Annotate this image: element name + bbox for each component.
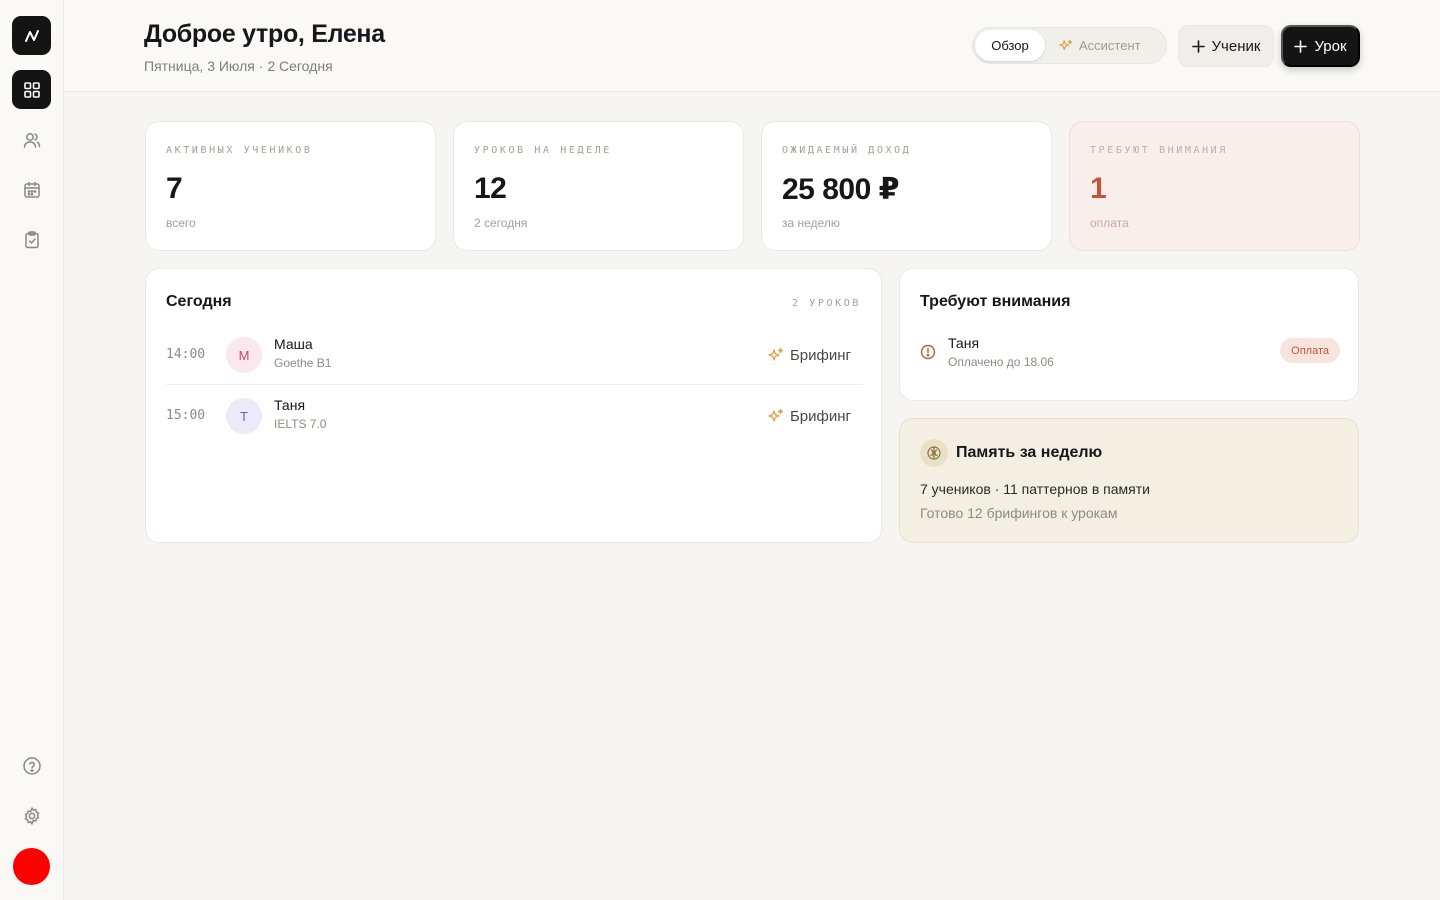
stat-label: ОЖИДАЕМЫЙ ДОХОД xyxy=(782,145,912,156)
lesson-count: 2 УРОКОВ xyxy=(792,298,861,309)
date-summary: Пятница, 3 Июля · 2 Сегодня xyxy=(144,58,333,74)
attention-detail: Оплачено до 18.06 xyxy=(948,355,1054,369)
student-name: Таня xyxy=(274,397,306,413)
today-panel: Сегодня 2 УРОКОВ 14:00 М Маша Goethe B1 … xyxy=(145,268,882,543)
briefing-label: Брифинг xyxy=(789,407,851,425)
attention-item[interactable]: Таня Оплачено до 18.06 Оплата xyxy=(920,333,1340,373)
add-student-button[interactable]: Ученик xyxy=(1178,25,1274,67)
alert-circle-icon xyxy=(920,344,936,360)
stat-value: 12 xyxy=(474,172,507,205)
stat-card-needs-attention[interactable]: ТРЕБУЮТ ВНИМАНИЯ 1 оплата xyxy=(1069,121,1360,251)
stat-value: 25 800 ₽ xyxy=(782,173,899,206)
student-avatar: Т xyxy=(226,398,262,434)
sparkle-icon xyxy=(768,347,784,361)
sparkle-icon xyxy=(768,408,784,422)
lesson-row[interactable]: 15:00 Т Таня IELTS 7.0 Брифинг xyxy=(166,386,863,446)
page-header: Доброе утро, Елена Пятница, 3 Июля · 2 С… xyxy=(64,0,1440,92)
stat-card-expected-income[interactable]: ОЖИДАЕМЫЙ ДОХОД 25 800 ₽ за неделю xyxy=(761,121,1052,251)
view-switcher: Обзор Ассистент xyxy=(972,27,1167,64)
dashboard-grid-icon xyxy=(23,81,40,98)
lesson-row[interactable]: 14:00 М Маша Goethe B1 Брифинг xyxy=(166,325,863,385)
help-circle-icon xyxy=(22,756,41,775)
stat-caption: за неделю xyxy=(782,216,840,230)
stat-caption: оплата xyxy=(1090,216,1129,230)
gear-icon xyxy=(24,806,39,825)
clipboard-check-icon xyxy=(24,230,39,248)
lesson-time: 14:00 xyxy=(166,347,206,362)
attention-student-name: Таня xyxy=(948,335,980,351)
tab-overview[interactable]: Обзор xyxy=(975,30,1045,61)
pulse-logo-icon xyxy=(24,29,39,42)
sidebar-item-tasks[interactable] xyxy=(12,220,51,259)
user-avatar[interactable] xyxy=(13,848,50,885)
stat-label: АКТИВНЫХ УЧЕНИКОВ xyxy=(166,145,313,156)
tab-assistant-label: Ассистент xyxy=(1079,38,1141,53)
memory-title: Память за неделю xyxy=(956,444,1103,461)
memory-briefings: Готово 12 брифингов к урокам xyxy=(920,505,1118,521)
attention-title: Требуют внимания xyxy=(920,293,1071,310)
student-avatar: М xyxy=(226,337,262,373)
add-lesson-button[interactable]: Урок xyxy=(1281,25,1360,67)
calendar-icon xyxy=(23,181,40,198)
stat-label: ТРЕБУЮТ ВНИМАНИЯ xyxy=(1090,145,1228,156)
stat-value: 1 xyxy=(1090,172,1107,205)
student-name: Маша xyxy=(274,336,313,352)
stat-card-active-students[interactable]: АКТИВНЫХ УЧЕНИКОВ 7 всего xyxy=(145,121,436,251)
plus-icon xyxy=(1191,39,1205,53)
sparkle-icon xyxy=(1059,39,1073,50)
tab-assistant[interactable]: Ассистент xyxy=(1059,28,1141,63)
add-lesson-label: Урок xyxy=(1314,37,1347,55)
brain-icon xyxy=(920,439,948,467)
add-student-label: Ученик xyxy=(1211,37,1261,55)
sidebar-item-dashboard[interactable] xyxy=(12,70,51,109)
sidebar xyxy=(0,0,64,900)
lesson-time: 15:00 xyxy=(166,408,206,423)
payment-badge[interactable]: Оплата xyxy=(1280,338,1340,363)
briefing-button[interactable]: Брифинг xyxy=(768,325,851,385)
briefing-label: Брифинг xyxy=(789,346,851,364)
today-title: Сегодня xyxy=(166,293,232,310)
memory-summary: 7 учеников · 11 паттернов в памяти xyxy=(920,481,1150,497)
page-title: Доброе утро, Елена xyxy=(144,20,385,48)
sidebar-item-students[interactable] xyxy=(12,120,51,159)
stat-value: 7 xyxy=(166,172,183,205)
memory-panel: Память за неделю 7 учеников · 11 паттерн… xyxy=(899,418,1359,543)
stat-card-weekly-lessons[interactable]: УРОКОВ НА НЕДЕЛЕ 12 2 сегодня xyxy=(453,121,744,251)
briefing-button[interactable]: Брифинг xyxy=(768,386,851,446)
plus-icon xyxy=(1294,39,1308,53)
stat-caption: 2 сегодня xyxy=(474,216,528,230)
sidebar-item-help[interactable] xyxy=(12,746,51,785)
stat-label: УРОКОВ НА НЕДЕЛЕ xyxy=(474,145,612,156)
app-logo[interactable] xyxy=(12,16,51,55)
student-level: Goethe B1 xyxy=(274,356,332,370)
sidebar-item-calendar[interactable] xyxy=(12,170,51,209)
users-icon xyxy=(23,132,40,148)
student-level: IELTS 7.0 xyxy=(274,417,327,431)
attention-panel: Требуют внимания Таня Оплачено до 18.06 … xyxy=(899,268,1359,401)
stat-caption: всего xyxy=(166,216,196,230)
sidebar-item-settings[interactable] xyxy=(12,796,51,835)
